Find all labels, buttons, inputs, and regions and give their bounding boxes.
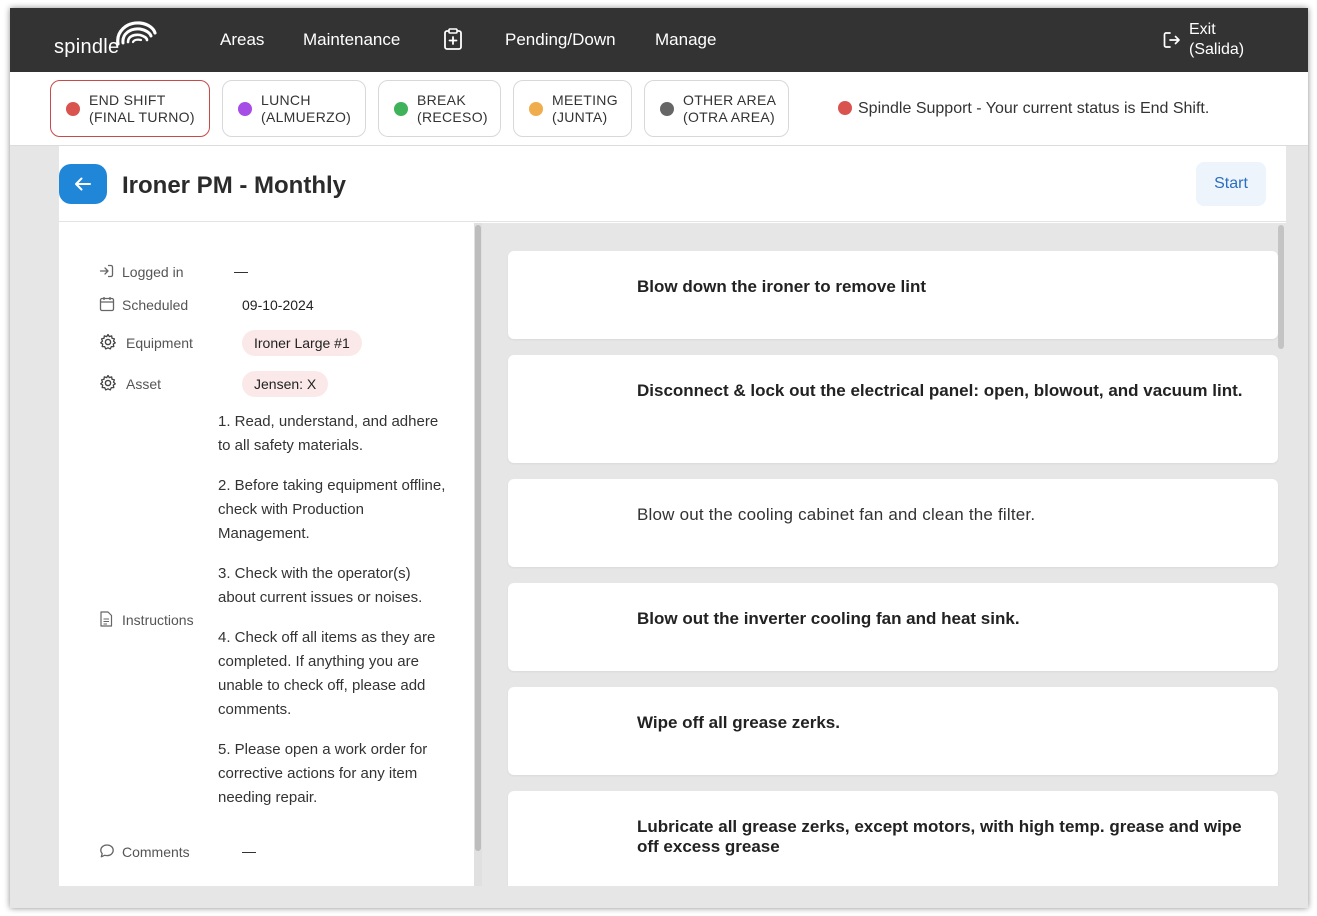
status-label-line1: MEETING bbox=[552, 92, 618, 108]
spindle-swirl-icon bbox=[116, 21, 157, 46]
work-order-panel: Ironer PM - Monthly Start Logged in — Sc… bbox=[59, 146, 1286, 886]
start-button[interactable]: Start bbox=[1196, 162, 1266, 206]
instructions-row: Instructions bbox=[99, 611, 219, 631]
equipment-label: Equipment bbox=[126, 335, 193, 351]
nav-manage[interactable]: Manage bbox=[655, 30, 716, 50]
instruction-item: 3. Check with the operator(s) about curr… bbox=[218, 565, 423, 606]
status-label-line1: OTHER AREA bbox=[683, 92, 777, 108]
nav-maintenance[interactable]: Maintenance bbox=[303, 30, 400, 50]
status-end-shift-button[interactable]: END SHIFT (FINAL TURNO) bbox=[50, 80, 210, 137]
status-dot bbox=[66, 102, 80, 116]
status-dot bbox=[660, 102, 674, 116]
status-label-line2: (ALMUERZO) bbox=[261, 109, 352, 125]
asset-label: Asset bbox=[126, 376, 162, 392]
page-title: Ironer PM - Monthly bbox=[122, 172, 346, 199]
task-list: Blow down the ironer to remove lint Disc… bbox=[482, 223, 1286, 886]
task-text: Disconnect & lock out the electrical pan… bbox=[637, 381, 1243, 400]
status-meeting-button[interactable]: MEETING (JUNTA) bbox=[513, 80, 632, 137]
comment-icon bbox=[100, 844, 114, 858]
logged-in-row: Logged in — bbox=[99, 263, 459, 283]
status-dot bbox=[238, 102, 252, 116]
status-other-area-button[interactable]: OTHER AREA (OTRA AREA) bbox=[644, 80, 789, 137]
task-text: Wipe off all grease zerks. bbox=[637, 713, 840, 732]
spindle-logo[interactable]: spindle bbox=[54, 18, 164, 62]
task-item[interactable]: Blow down the ironer to remove lint bbox=[508, 251, 1278, 339]
logged-in-value: — bbox=[234, 263, 248, 279]
task-text: Lubricate all grease zerks, except motor… bbox=[637, 817, 1242, 856]
arrow-left-icon bbox=[75, 177, 91, 191]
status-label-line1: BREAK bbox=[417, 92, 466, 108]
calendar-icon bbox=[99, 297, 115, 312]
status-label-line1: END SHIFT bbox=[89, 92, 166, 108]
nav-areas[interactable]: Areas bbox=[220, 30, 264, 50]
status-break-button[interactable]: BREAK (RECESO) bbox=[378, 80, 501, 137]
logout-icon bbox=[1163, 32, 1180, 48]
details-scrollbar-thumb[interactable] bbox=[475, 225, 481, 851]
page-header: Ironer PM - Monthly Start bbox=[59, 146, 1286, 222]
instruction-item: 1. Read, understand, and adhere to all s… bbox=[218, 413, 439, 454]
back-button[interactable] bbox=[59, 164, 107, 204]
task-text: Blow out the inverter cooling fan and he… bbox=[637, 609, 1020, 628]
details-pane: Logged in — Scheduled 09-10-2024 Equipme… bbox=[59, 223, 482, 886]
status-bar: END SHIFT (FINAL TURNO) LUNCH (ALMUERZO)… bbox=[10, 72, 1308, 146]
task-text: Blow down the ironer to remove lint bbox=[637, 277, 927, 296]
instructions-label: Instructions bbox=[122, 612, 194, 628]
nav-pending-down[interactable]: Pending/Down bbox=[505, 30, 616, 50]
instruction-item: 2. Before taking equipment offline, chec… bbox=[218, 477, 446, 542]
logo-text: spindle bbox=[54, 36, 120, 58]
support-status-text: Spindle Support - Your current status is… bbox=[838, 100, 1209, 118]
task-text: Blow out the cooling cabinet fan and cle… bbox=[637, 505, 1036, 524]
logged-in-label: Logged in bbox=[122, 264, 184, 280]
status-dot bbox=[529, 102, 543, 116]
app-window: spindle Areas Maintenance Pending/Down M… bbox=[10, 8, 1308, 908]
clipboard-plus-icon[interactable] bbox=[443, 28, 463, 50]
instructions-text: 1. Read, understand, and adhere to all s… bbox=[218, 410, 448, 826]
top-nav-bar: spindle Areas Maintenance Pending/Down M… bbox=[10, 8, 1308, 72]
status-label-line2: (RECESO) bbox=[417, 109, 488, 125]
status-label-line2: (OTRA AREA) bbox=[683, 109, 775, 125]
comments-row: Comments — bbox=[99, 843, 459, 863]
instruction-item: 4. Check off all items as they are compl… bbox=[218, 629, 436, 718]
equipment-chip[interactable]: Ironer Large #1 bbox=[242, 330, 362, 356]
asset-chip[interactable]: Jensen: X bbox=[242, 371, 329, 397]
scheduled-label: Scheduled bbox=[122, 297, 189, 313]
task-item[interactable]: Disconnect & lock out the electrical pan… bbox=[508, 355, 1278, 463]
task-item[interactable]: Blow out the inverter cooling fan and he… bbox=[508, 583, 1278, 671]
status-label-line1: LUNCH bbox=[261, 92, 311, 108]
status-lunch-button[interactable]: LUNCH (ALMUERZO) bbox=[222, 80, 366, 137]
comments-label: Comments bbox=[122, 844, 190, 860]
support-status-dot bbox=[838, 101, 852, 115]
status-dot bbox=[394, 102, 408, 116]
task-item[interactable]: Blow out the cooling cabinet fan and cle… bbox=[508, 479, 1278, 567]
details-scrollbar[interactable] bbox=[474, 223, 482, 886]
scheduled-value: 09-10-2024 bbox=[242, 297, 314, 313]
status-label-line2: (JUNTA) bbox=[552, 109, 608, 125]
sign-in-icon bbox=[99, 264, 114, 278]
exit-label: Exit (Salida) bbox=[1189, 21, 1245, 58]
task-item[interactable]: Lubricate all grease zerks, except motor… bbox=[508, 791, 1278, 886]
status-label-line2: (FINAL TURNO) bbox=[89, 109, 195, 125]
task-list-scrollbar[interactable] bbox=[1277, 223, 1286, 886]
gear-icon bbox=[100, 333, 116, 350]
instruction-item: 5. Please open a work order for correcti… bbox=[218, 741, 428, 806]
gear-icon bbox=[100, 374, 116, 391]
document-icon bbox=[100, 611, 113, 627]
comments-value: — bbox=[242, 843, 256, 859]
scheduled-row: Scheduled 09-10-2024 bbox=[99, 296, 459, 316]
task-list-scrollbar-thumb[interactable] bbox=[1278, 225, 1284, 349]
task-item[interactable]: Wipe off all grease zerks. bbox=[508, 687, 1278, 775]
